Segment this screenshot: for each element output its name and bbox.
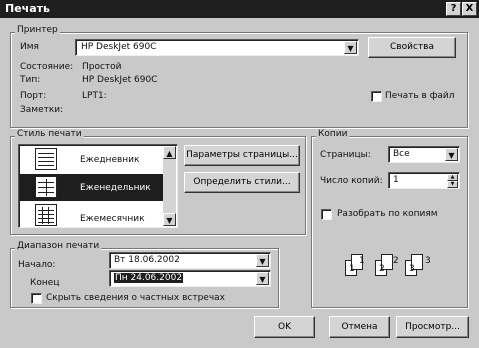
copies-count-value: 1 <box>393 175 399 185</box>
define-styles-button[interactable]: Определить стили... <box>184 172 300 193</box>
type-value: HP DeskJet 690C <box>82 75 158 85</box>
status-label: Состояние: <box>20 62 74 72</box>
collate-page-number: 2 <box>393 256 399 266</box>
stepper-up-icon[interactable]: ▲ <box>447 174 458 181</box>
pages-label: Страницы: <box>320 150 371 160</box>
title-bar: Печать ? X <box>0 0 479 18</box>
start-date-select[interactable]: Вт 18.06.2002 ▼ <box>109 252 271 269</box>
properties-button[interactable]: Свойства <box>368 37 456 58</box>
cancel-button[interactable]: Отмена <box>329 316 390 338</box>
list-item-selected[interactable]: Еженедельник <box>20 174 164 201</box>
end-date-value: Пн 24.06.2002 <box>114 273 184 283</box>
list-item-label: Еженедельник <box>80 183 151 193</box>
collate-page-number: 3 <box>425 256 431 266</box>
print-style-list[interactable]: Ежедневник Еженедельник Ежемесячник ▲ ▼ <box>18 144 178 228</box>
list-item-label: Ежемесячник <box>80 214 145 224</box>
monthly-style-icon <box>35 204 57 226</box>
page-setup-button[interactable]: Параметры страницы... <box>184 145 300 166</box>
daily-style-icon <box>35 148 57 170</box>
printer-name-label: Имя <box>20 42 39 52</box>
status-value: Простой <box>82 62 122 72</box>
help-button[interactable]: ? <box>446 2 461 16</box>
collate-page-number: 1 <box>349 264 355 274</box>
pages-select[interactable]: Все ▼ <box>388 146 460 163</box>
ok-button[interactable]: OK <box>254 316 315 338</box>
port-label: Порт: <box>20 91 47 101</box>
collate-page-number: 3 <box>409 264 415 274</box>
printer-group-label: Принтер <box>15 25 60 35</box>
weekly-style-icon <box>35 176 57 198</box>
collate-label: Разобрать по копиям <box>337 209 438 219</box>
chevron-down-icon[interactable]: ▼ <box>344 41 357 54</box>
chevron-down-icon[interactable]: ▼ <box>256 272 269 285</box>
collate-page-number: 1 <box>359 256 365 266</box>
end-date-select[interactable]: Пн 24.06.2002 ▼ <box>109 270 271 287</box>
chevron-down-icon[interactable]: ▼ <box>256 254 269 267</box>
list-item-label: Ежедневник <box>80 155 140 165</box>
print-range-group-label: Диапазон печати <box>15 241 102 251</box>
collate-checkbox[interactable] <box>321 209 332 220</box>
close-button[interactable]: X <box>462 2 477 16</box>
list-item[interactable]: Ежедневник <box>20 146 164 173</box>
copies-count-label: Число копий: <box>320 176 383 186</box>
start-date-value: Вт 18.06.2002 <box>114 255 180 265</box>
pages-value: Все <box>393 149 410 159</box>
print-style-group-label: Стиль печати <box>15 129 84 139</box>
hide-private-checkbox[interactable] <box>31 293 42 304</box>
copies-count-stepper[interactable]: 1 ▲ ▼ <box>388 172 460 189</box>
copies-group-label: Копии <box>316 129 350 139</box>
print-to-file-label: Печать в файл <box>385 91 455 101</box>
list-item[interactable]: Ежемесячник <box>20 202 164 227</box>
start-label: Начало: <box>18 260 56 270</box>
scroll-up-icon[interactable]: ▲ <box>163 146 176 159</box>
comment-label: Заметки: <box>20 105 64 115</box>
printer-name-select[interactable]: HP DeskJet 690C ▼ <box>75 39 359 56</box>
port-value: LPT1: <box>82 91 107 101</box>
end-label: Конец <box>30 278 60 288</box>
scroll-down-icon[interactable]: ▼ <box>163 213 176 226</box>
collate-page-number: 2 <box>379 264 385 274</box>
preview-button[interactable]: Просмотр... <box>396 316 469 338</box>
window-title: Печать <box>5 2 50 15</box>
stepper-down-icon[interactable]: ▼ <box>447 181 458 188</box>
print-to-file-checkbox[interactable] <box>371 91 382 102</box>
type-label: Тип: <box>20 75 41 85</box>
collate-illustration: 1 2 3 1 2 3 <box>343 248 439 282</box>
chevron-down-icon[interactable]: ▼ <box>445 148 458 161</box>
hide-private-label: Скрыть сведения о частных встречах <box>46 293 225 303</box>
list-scrollbar[interactable]: ▲ ▼ <box>163 146 176 226</box>
printer-name-value: HP DeskJet 690C <box>81 42 157 52</box>
